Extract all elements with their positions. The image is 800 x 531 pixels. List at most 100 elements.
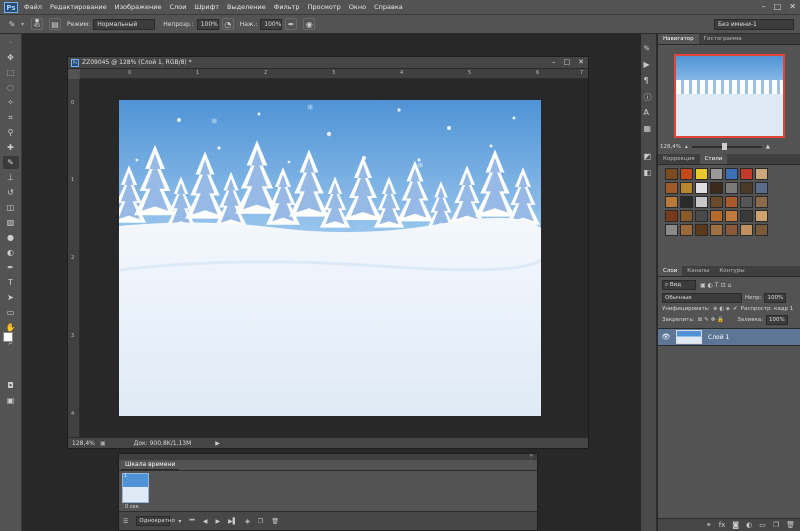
style-swatch[interactable] [725, 210, 738, 222]
next-frame-icon[interactable]: ▶▌ [228, 518, 237, 525]
frame-thumbnail[interactable]: 1 [122, 473, 149, 503]
type-tool-icon[interactable]: T [3, 276, 19, 289]
timeline-collapse-icon[interactable]: » [529, 452, 533, 459]
character-icon[interactable]: A [644, 108, 654, 118]
move-tool-icon[interactable]: ✥ [3, 51, 19, 64]
style-swatch[interactable] [680, 196, 693, 208]
menu-edit[interactable]: Редактирование [50, 3, 107, 11]
opacity-pressure-icon[interactable]: ◔ [221, 18, 234, 30]
tab-styles[interactable]: Стили [699, 154, 728, 164]
healing-tool-icon[interactable]: ✚ [3, 141, 19, 154]
play-icon[interactable]: ▶ [215, 518, 220, 525]
style-swatch[interactable] [755, 210, 768, 222]
link-layers-icon[interactable]: ⚭ [706, 521, 712, 529]
zoom-in-icon[interactable]: ▲ [766, 144, 770, 150]
menu-view[interactable]: Просмотр [307, 3, 340, 11]
style-swatch[interactable] [710, 224, 723, 236]
fx-icon[interactable]: fx [719, 521, 726, 529]
tab-paths[interactable]: Контуры [714, 266, 749, 276]
style-swatch[interactable] [740, 168, 753, 180]
style-swatch[interactable] [665, 224, 678, 236]
loop-dropdown-icon[interactable]: ▾ [178, 518, 181, 525]
workspace-select[interactable]: Без имени-1 [714, 18, 794, 30]
brush-panel-icon[interactable]: ▤ [49, 18, 62, 30]
dodge-tool-icon[interactable]: ◐ [3, 246, 19, 259]
maximize-icon[interactable]: □ [774, 2, 782, 11]
color-swatches[interactable] [3, 332, 19, 348]
style-swatch[interactable] [680, 182, 693, 194]
tab-histogram[interactable]: Гистограмма [699, 34, 747, 44]
style-swatch[interactable] [740, 210, 753, 222]
style-swatch[interactable] [755, 168, 768, 180]
tool-preset-arrow-icon[interactable]: ▾ [21, 21, 24, 28]
opacity-input[interactable]: 100% [196, 18, 219, 30]
zoom-slider-thumb[interactable] [721, 143, 727, 150]
tween-icon[interactable]: ◈ [245, 518, 250, 525]
layer-row-sloi1[interactable]: 👁 Слой 1 [658, 328, 800, 346]
eye-icon[interactable]: 👁 [658, 333, 674, 341]
unify-icons[interactable]: ⊕ ◐ ◈ [713, 306, 730, 312]
style-swatch[interactable] [755, 196, 768, 208]
blur-tool-icon[interactable]: ● [3, 231, 19, 244]
path-select-tool-icon[interactable]: ➤ [3, 291, 19, 304]
styles-icon[interactable]: ◧ [644, 168, 654, 178]
frame-delay[interactable]: 0 сек. [125, 504, 140, 510]
brush-tool-icon[interactable]: ✎ [2, 156, 19, 169]
delete-layer-icon[interactable]: 🗑 [786, 521, 795, 529]
style-swatch[interactable] [755, 182, 768, 194]
style-swatch[interactable] [740, 182, 753, 194]
close-icon[interactable]: ✕ [789, 2, 796, 11]
style-swatch[interactable] [665, 210, 678, 222]
style-swatch[interactable] [680, 168, 693, 180]
navigator-zoom-value[interactable]: 128,4% [660, 144, 681, 150]
eraser-tool-icon[interactable]: ◫ [3, 201, 19, 214]
doc-close-icon[interactable]: ✕ [578, 58, 584, 66]
zoom-slider[interactable] [691, 143, 762, 150]
quick-select-tool-icon[interactable]: ✧ [3, 96, 19, 109]
blend-mode-select[interactable]: Обычные [662, 293, 742, 303]
style-swatch[interactable] [695, 210, 708, 222]
menu-select[interactable]: Выделение [227, 3, 266, 11]
swatches-icon[interactable]: ▦ [644, 124, 654, 134]
style-swatch[interactable] [695, 168, 708, 180]
pen-tool-icon[interactable]: ✒ [3, 261, 19, 274]
prev-frame-icon[interactable]: ◀ [203, 518, 208, 525]
winter-forest-image[interactable]: ❄❄❄❄ [119, 100, 541, 416]
style-swatch[interactable] [710, 196, 723, 208]
status-icon[interactable]: ▣ [100, 440, 106, 447]
horizontal-ruler[interactable]: 0 1 2 3 4 5 6 7 [80, 69, 588, 79]
add-mask-icon[interactable]: ◙ [732, 521, 739, 529]
collapse-icon[interactable]: » [3, 36, 19, 49]
crop-tool-icon[interactable]: ⌗ [3, 111, 19, 124]
actions-icon[interactable]: ▶ [644, 60, 654, 70]
style-swatch[interactable] [680, 210, 693, 222]
style-swatch[interactable] [725, 224, 738, 236]
navigator-preview[interactable] [674, 54, 785, 138]
convert-to-timeline-icon[interactable]: ☰ [123, 518, 128, 525]
filter-type-icons[interactable]: ▣◐T⊡⌂ [700, 282, 733, 289]
mode-select[interactable]: Нормальный [93, 18, 156, 30]
menu-type[interactable]: Шрифт [194, 3, 219, 11]
tab-layers[interactable]: Слои [658, 266, 683, 276]
screen-mode-icon[interactable]: ▣ [3, 394, 19, 407]
timeline-drag-bar[interactable]: » [119, 452, 537, 460]
style-swatch[interactable] [710, 168, 723, 180]
style-swatch[interactable] [665, 168, 678, 180]
adjustment-layer-icon[interactable]: ◐ [746, 521, 752, 529]
style-swatch[interactable] [740, 224, 753, 236]
tab-adjustments[interactable]: Коррекция [658, 154, 700, 164]
foreground-color[interactable] [3, 332, 13, 342]
propagate-checkbox-icon[interactable]: ✔ [733, 306, 738, 312]
history-brush-tool-icon[interactable]: ↺ [3, 186, 19, 199]
brush-preset-picker[interactable]: ● 45 [31, 18, 44, 30]
style-swatch[interactable] [665, 196, 678, 208]
new-group-icon[interactable]: ▭ [759, 521, 766, 529]
eyedropper-tool-icon[interactable]: ⚲ [3, 126, 19, 139]
loop-select[interactable]: Однократно [136, 516, 175, 526]
clone-stamp-tool-icon[interactable]: ⊥ [3, 171, 19, 184]
brush-tool-icon[interactable]: ✎ [6, 18, 18, 30]
quick-mask-icon[interactable]: ◘ [3, 379, 19, 392]
lock-icons[interactable]: ⊠✎✥🔒 [698, 317, 727, 323]
document-titlebar[interactable]: Ps ZZ09045 @ 128% (Слой 1, RGB/8) * – □ … [68, 57, 588, 69]
minimize-icon[interactable]: – [762, 2, 766, 11]
